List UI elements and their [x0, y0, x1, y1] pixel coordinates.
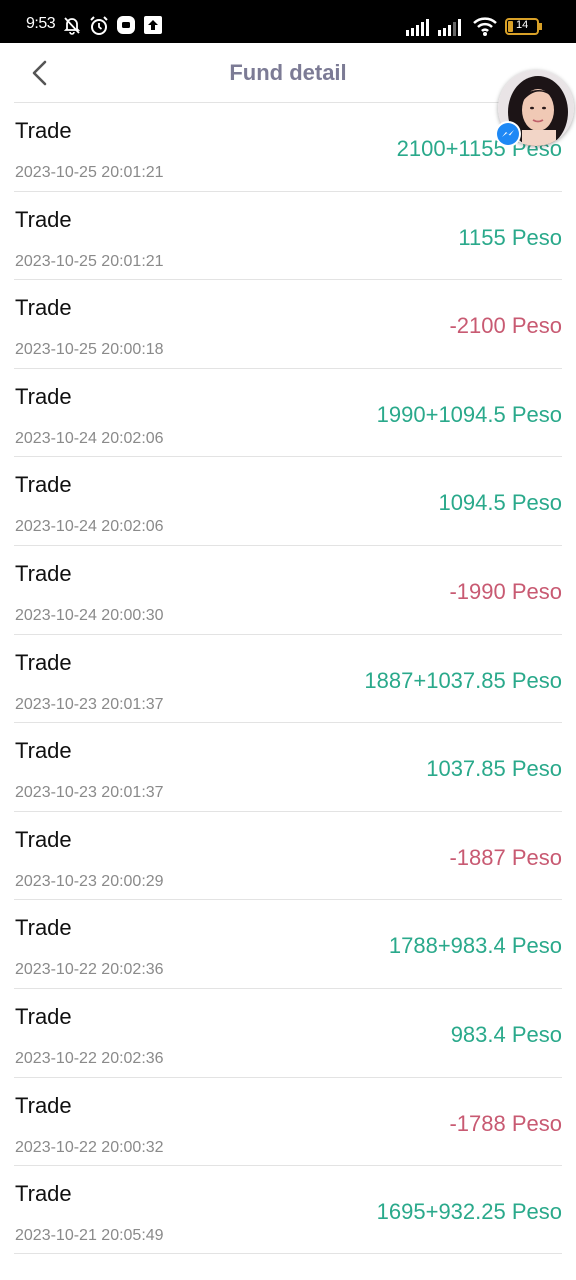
list-item[interactable]: Trade 1695+932.25 Peso 2023-10-21 20:05:… [14, 1165, 562, 1254]
transaction-time: 2023-10-23 20:01:37 [15, 695, 164, 713]
app-bar: Fund detail [0, 43, 576, 102]
transaction-time: 2023-10-24 20:00:30 [15, 606, 164, 624]
transaction-time: 2023-10-21 20:05:49 [15, 1227, 164, 1245]
transaction-title: Trade [15, 383, 72, 409]
transaction-time: 2023-10-24 20:02:06 [15, 518, 164, 536]
transaction-time: 2023-10-23 20:01:37 [15, 784, 164, 802]
transaction-title: Trade [15, 295, 72, 321]
alarm-icon [90, 16, 108, 35]
list-item[interactable]: Trade -1887 Peso 2023-10-23 20:00:29 [14, 810, 562, 900]
transaction-time: 2023-10-24 20:02:06 [15, 429, 164, 447]
status-time: 9:53 [26, 15, 56, 32]
transaction-title: Trade [15, 738, 72, 764]
upload-notification-icon [144, 16, 162, 34]
transaction-title: Trade [15, 1003, 72, 1029]
transaction-time: 2023-10-23 20:00:29 [15, 872, 164, 890]
transaction-time: 2023-10-22 20:02:36 [15, 1049, 164, 1067]
transaction-amount: -1990 Peso [449, 578, 562, 604]
transaction-amount: -1788 Peso [449, 1110, 562, 1136]
transaction-title: Trade [15, 1181, 72, 1207]
signal-strength-2-icon [438, 19, 461, 36]
signal-strength-icon [406, 19, 429, 36]
transaction-amount: 1887+1037.85 Peso [364, 667, 562, 693]
transaction-amount: 1037.85 Peso [426, 756, 562, 782]
list-item[interactable]: Trade 1037.85 Peso 2023-10-23 20:01:37 [14, 722, 562, 811]
transaction-title: Trade [15, 472, 72, 498]
transaction-title: Trade [15, 1092, 72, 1118]
transaction-title: Trade [15, 206, 72, 232]
transaction-time: 2023-10-25 20:01:21 [15, 252, 164, 270]
list-item[interactable]: Trade -1990 Peso 2023-10-24 20:00:30 [14, 544, 562, 634]
transaction-title: Trade [15, 560, 72, 586]
list-item[interactable]: Trade 1887+1037.85 Peso 2023-10-23 20:01… [14, 633, 562, 723]
list-item[interactable]: Trade 1155 Peso 2023-10-25 20:01:21 [14, 190, 562, 280]
status-bar: 9:53 14 [0, 0, 576, 43]
transaction-time: 2023-10-22 20:02:36 [15, 961, 164, 979]
list-item[interactable]: Trade 1990+1094.5 Peso 2023-10-24 20:02:… [14, 367, 562, 457]
page-title: Fund detail [229, 60, 347, 85]
battery-level: 14 [516, 19, 529, 31]
list-item[interactable]: Trade 1788+983.4 Peso 2023-10-22 20:02:3… [14, 899, 562, 988]
transaction-amount: 1788+983.4 Peso [388, 933, 562, 959]
messenger-icon [495, 121, 521, 147]
transaction-time: 2023-10-25 20:00:18 [15, 341, 164, 359]
battery-icon: 14 [505, 18, 539, 35]
fund-detail-list: Trade 2100+1155 Peso 2023-10-25 20:01:21… [14, 102, 562, 1254]
list-item[interactable]: Trade -1788 Peso 2023-10-22 20:00:32 [14, 1076, 562, 1166]
list-item[interactable]: Trade 1094.5 Peso 2023-10-24 20:02:06 [14, 456, 562, 545]
transaction-amount: 1094.5 Peso [438, 490, 562, 516]
transaction-amount: -2100 Peso [449, 313, 562, 339]
transaction-amount: -1887 Peso [449, 844, 562, 870]
transaction-time: 2023-10-22 20:00:32 [15, 1138, 164, 1156]
transaction-title: Trade [15, 915, 72, 941]
transaction-title: Trade [15, 649, 72, 675]
transaction-amount: 983.4 Peso [450, 1021, 562, 1047]
list-item[interactable]: Trade 983.4 Peso 2023-10-22 20:02:36 [14, 987, 562, 1077]
transaction-title: Trade [15, 826, 72, 852]
list-item[interactable]: Trade 2100+1155 Peso 2023-10-25 20:01:21 [14, 102, 562, 191]
transaction-time: 2023-10-25 20:01:21 [15, 164, 164, 181]
transaction-amount: 1990+1094.5 Peso [376, 401, 562, 427]
transaction-title: Trade [15, 118, 72, 143]
list-item[interactable]: Trade -2100 Peso 2023-10-25 20:00:18 [14, 279, 562, 368]
app-notification-icon [117, 16, 135, 34]
wifi-icon [473, 17, 497, 36]
transaction-amount: 1695+932.25 Peso [376, 1199, 562, 1225]
transaction-amount: 1155 Peso [458, 224, 562, 250]
mute-notifications-icon [63, 17, 81, 35]
battery-tip [539, 23, 542, 30]
